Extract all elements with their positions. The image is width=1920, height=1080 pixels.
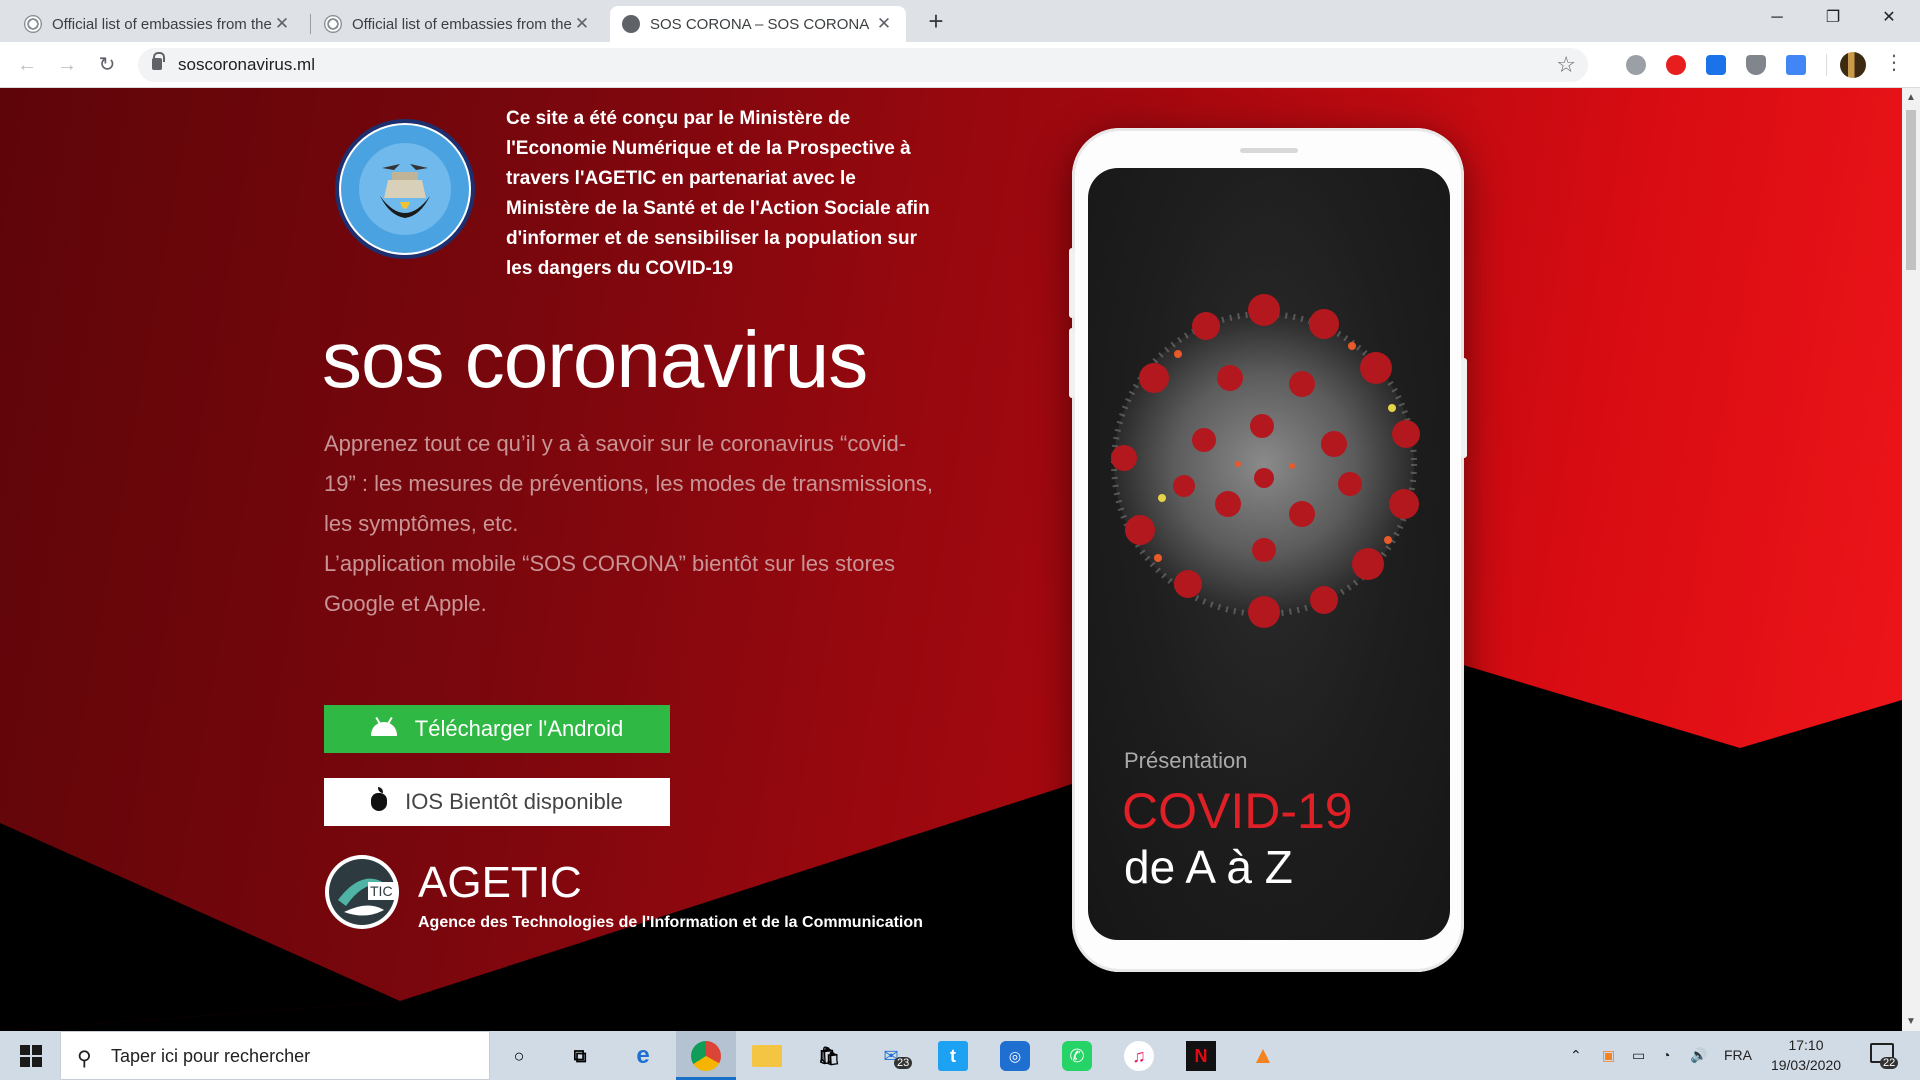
cortana-icon[interactable]: ○ <box>504 1041 534 1071</box>
address-bar[interactable]: soscoronavirus.ml ☆ <box>138 48 1588 82</box>
seal-favicon-icon <box>324 15 342 33</box>
agetic-name: AGETIC <box>418 858 582 907</box>
task-view-icon[interactable]: ⧉ <box>565 1041 595 1071</box>
taskbar-clock[interactable]: 17:10 19/03/2020 <box>1758 1035 1854 1075</box>
chrome-icon[interactable] <box>691 1041 721 1071</box>
agetic-logo: TIC <box>325 855 399 929</box>
toolbar-separator <box>1826 54 1827 76</box>
clock-time: 17:10 <box>1788 1037 1824 1053</box>
page-title: sos coronavirus <box>322 315 868 404</box>
lock-icon[interactable] <box>152 52 165 70</box>
windows-taskbar: ⚲ Taper ici pour rechercher ○ ⧉ e 🛍 ✉ 23… <box>0 1031 1920 1080</box>
profile-avatar[interactable] <box>1840 52 1866 78</box>
tab-title: Official list of embassies from the <box>352 15 572 33</box>
language-indicator[interactable]: FRA <box>1724 1047 1752 1063</box>
page-description: Apprenez tout ce qu’il y a à savoir sur … <box>324 424 934 624</box>
tab-title: Official list of embassies from the <box>52 15 272 33</box>
volume-icon[interactable]: 🔊 <box>1690 1047 1707 1064</box>
opera-icon[interactable] <box>1666 55 1686 75</box>
close-window-button[interactable]: ✕ <box>1866 0 1912 36</box>
extension-icon[interactable] <box>1626 55 1646 75</box>
phone-side-button <box>1069 248 1075 318</box>
maximize-button[interactable]: ❐ <box>1810 0 1856 36</box>
scroll-down-arrow-icon[interactable]: ▼ <box>1906 1016 1916 1027</box>
page-scrollbar[interactable]: ▲ ▼ <box>1902 88 1920 1031</box>
agetic-logo-text: TIC <box>370 883 393 899</box>
browser-menu-button[interactable]: ⋮ <box>1884 50 1904 75</box>
android-icon <box>370 722 397 736</box>
apple-icon <box>371 787 388 811</box>
notification-count: 22 <box>1880 1057 1899 1069</box>
coronavirus-illustration <box>1111 294 1420 628</box>
description-paragraph: L’application mobile “SOS CORONA” bientô… <box>324 551 896 616</box>
reload-button[interactable]: ↻ <box>92 50 122 80</box>
tab-embassies-1[interactable]: Official list of embassies from the ✕ <box>12 6 304 42</box>
shield-icon[interactable] <box>1746 55 1766 75</box>
globe-favicon-icon <box>622 15 640 33</box>
tray-chevron-icon[interactable]: ⌃ <box>1570 1047 1582 1064</box>
scroll-up-arrow-icon[interactable]: ▲ <box>1906 92 1916 103</box>
windows-start-icon[interactable] <box>10 1043 52 1069</box>
search-placeholder: Taper ici pour rechercher <box>111 1046 311 1066</box>
netflix-icon[interactable]: N <box>1186 1041 1216 1071</box>
tab-embassies-2[interactable]: Official list of embassies from the ✕ <box>312 6 604 42</box>
phone-covid-subtitle: de A à Z <box>1124 841 1293 893</box>
tray-app-icon[interactable]: ▣ <box>1602 1047 1615 1064</box>
forward-button[interactable]: → <box>52 50 82 80</box>
phone-side-button <box>1069 328 1075 398</box>
phone-covid-title: COVID-19 <box>1122 783 1353 839</box>
web-page: Ce site a été conçu par le Ministère de … <box>0 88 1902 1031</box>
black-background-shape <box>0 658 1902 1031</box>
seal-favicon-icon <box>24 15 42 33</box>
whatsapp-icon[interactable]: ✆ <box>1062 1041 1092 1071</box>
clock-date: 19/03/2020 <box>1770 1057 1842 1073</box>
file-explorer-icon[interactable] <box>752 1045 782 1067</box>
tab-close-icon[interactable]: ✕ <box>874 14 894 34</box>
browser-toolbar: ← → ↻ soscoronavirus.ml ☆ ⋮ <box>0 42 1920 88</box>
phone-speaker <box>1240 148 1298 153</box>
phone-mockup: Présentation COVID-19 de A à Z <box>1069 128 1467 972</box>
phone-screen: Présentation COVID-19 de A à Z <box>1088 168 1450 940</box>
tab-title: SOS CORONA – SOS CORONA <box>650 15 870 33</box>
minimize-button[interactable]: ─ <box>1754 0 1800 36</box>
phone-presentation-label: Présentation <box>1124 748 1248 773</box>
tab-separator <box>310 14 311 34</box>
store-icon[interactable]: 🛍 <box>814 1041 844 1071</box>
edge-icon[interactable]: e <box>628 1041 658 1071</box>
phone-side-button <box>1461 358 1467 458</box>
back-button[interactable]: ← <box>12 50 42 80</box>
download-android-button[interactable]: Télécharger l'Android <box>324 705 670 753</box>
tab-close-icon[interactable]: ✕ <box>272 14 292 34</box>
scroll-thumb[interactable] <box>1906 110 1916 270</box>
mali-seal-logo <box>335 119 475 259</box>
twitter-icon[interactable]: t <box>938 1041 968 1071</box>
taskbar-search-input[interactable]: ⚲ Taper ici pour rechercher <box>60 1031 490 1080</box>
network-icon[interactable]: ◔ <box>1662 1047 1670 1063</box>
mail-badge: 23 <box>894 1057 913 1069</box>
battery-icon[interactable]: ▭ <box>1632 1047 1645 1064</box>
android-button-label: Télécharger l'Android <box>414 716 624 741</box>
itunes-icon[interactable]: ♫ <box>1124 1041 1154 1071</box>
tab-close-icon[interactable]: ✕ <box>572 14 592 34</box>
browser-tab-bar: Official list of embassies from the ✕ Of… <box>0 0 1920 42</box>
instagram-icon[interactable]: ◎ <box>1000 1041 1030 1071</box>
new-tab-button[interactable]: + <box>922 6 950 36</box>
translate-icon[interactable] <box>1786 55 1806 75</box>
ios-button[interactable]: IOS Bientôt disponible <box>324 778 670 826</box>
tab-sos-corona[interactable]: SOS CORONA – SOS CORONA ✕ <box>610 6 906 42</box>
ios-button-label: IOS Bientôt disponible <box>405 789 623 814</box>
bookmark-star-icon[interactable]: ☆ <box>1556 52 1576 78</box>
hand-icon[interactable] <box>1706 55 1726 75</box>
vlc-icon[interactable]: ▲ <box>1248 1041 1278 1071</box>
search-icon: ⚲ <box>77 1048 92 1070</box>
intro-text: Ce site a été conçu par le Ministère de … <box>506 108 930 279</box>
url-text[interactable]: soscoronavirus.ml <box>178 55 315 75</box>
description-paragraph: Apprenez tout ce qu’il y a à savoir sur … <box>324 431 933 536</box>
agetic-full-name: Agence des Technologies de l'Information… <box>418 914 923 931</box>
